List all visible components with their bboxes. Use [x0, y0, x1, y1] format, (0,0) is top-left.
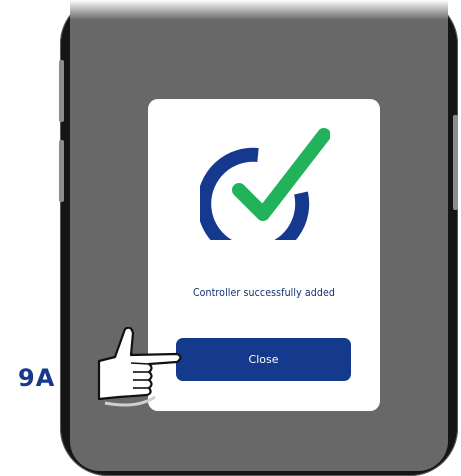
success-message: Controller successfully added [192, 287, 336, 299]
phone-side-button [59, 140, 64, 202]
screen-top-fade [70, 0, 448, 20]
pointing-hand-icon [97, 327, 182, 407]
phone-side-button [59, 60, 64, 122]
phone-side-button [453, 115, 458, 210]
checkmark-circle-icon [200, 128, 330, 240]
step-label: 9A [18, 364, 56, 392]
close-button-label: Close [248, 353, 279, 366]
close-button[interactable]: Close [176, 338, 351, 381]
